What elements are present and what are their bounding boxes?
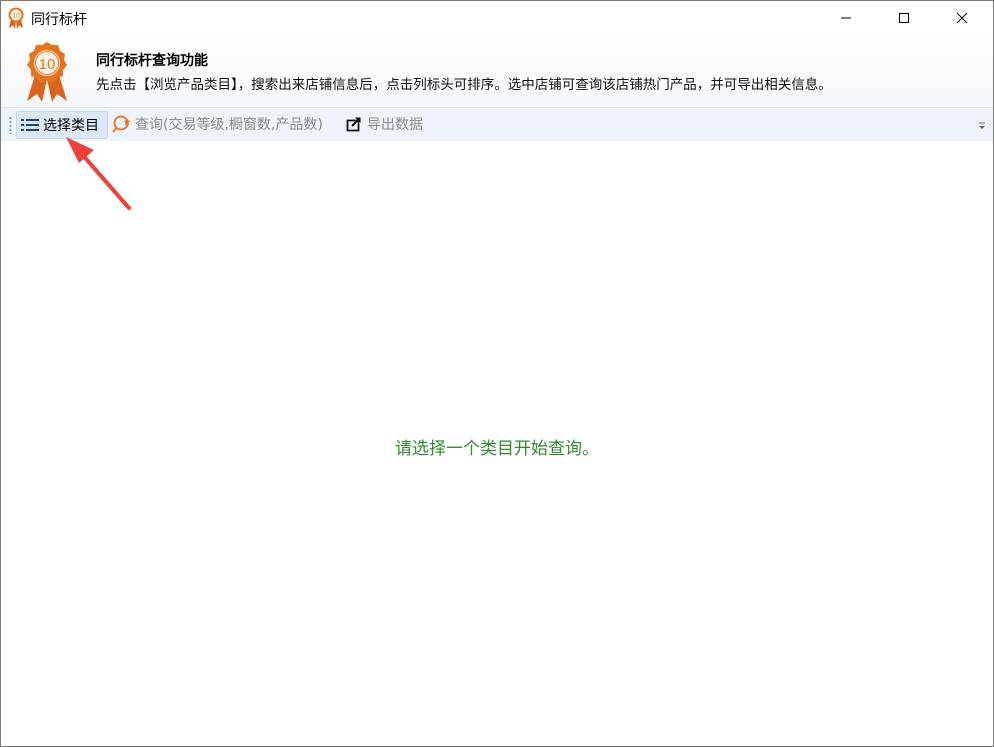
header-banner: 10 同行标杆查询功能 先点击【浏览产品类目】，搜索出来店铺信息后，点击列标头可…: [1, 35, 993, 108]
empty-state-message: 请选择一个类目开始查询。: [395, 439, 599, 459]
results-area[interactable]: 请选择一个类目开始查询。: [1, 141, 993, 746]
banner-title: 同行标杆查询功能: [96, 53, 208, 69]
app-window: 10 同行标杆 10 同行标杆查询功能 先点击【浏览产品类目】，搜索出来店铺信息…: [0, 0, 994, 747]
window-title: 同行标杆: [31, 12, 87, 28]
banner-description: 先点击【浏览产品类目】，搜索出来店铺信息后，点击列标头可排序。选中店铺可查询该店…: [96, 77, 832, 93]
minimize-button[interactable]: [823, 1, 869, 35]
toolbar-grip[interactable]: [9, 116, 12, 134]
award-ribbon-large-icon: 10: [27, 42, 67, 102]
maximize-button[interactable]: [881, 1, 927, 35]
toolbar-overflow-icon[interactable]: [977, 120, 987, 132]
select-category-label: 选择类目: [43, 118, 99, 134]
banner-badge-number: 10: [39, 56, 56, 73]
award-ribbon-icon: 10: [8, 7, 24, 29]
search-star-icon: [111, 115, 133, 133]
list-icon: [19, 116, 41, 134]
toolbar: 选择类目 查询(交易等级,橱窗数,产品数) 导出数据: [1, 108, 993, 141]
select-category-button[interactable]: 选择类目: [16, 111, 108, 139]
query-label: 查询(交易等级,橱窗数,产品数): [135, 117, 323, 133]
export-data-button[interactable]: 导出数据: [341, 111, 441, 137]
export-data-label: 导出数据: [367, 117, 423, 133]
close-icon: [956, 12, 968, 24]
export-icon: [343, 115, 365, 133]
close-button[interactable]: [939, 1, 985, 35]
title-bar[interactable]: 10 同行标杆: [1, 1, 993, 35]
minimize-icon: [841, 17, 851, 19]
badge-number: 10: [12, 13, 20, 20]
maximize-icon: [899, 13, 909, 23]
query-button[interactable]: 查询(交易等级,橱窗数,产品数): [109, 111, 337, 137]
